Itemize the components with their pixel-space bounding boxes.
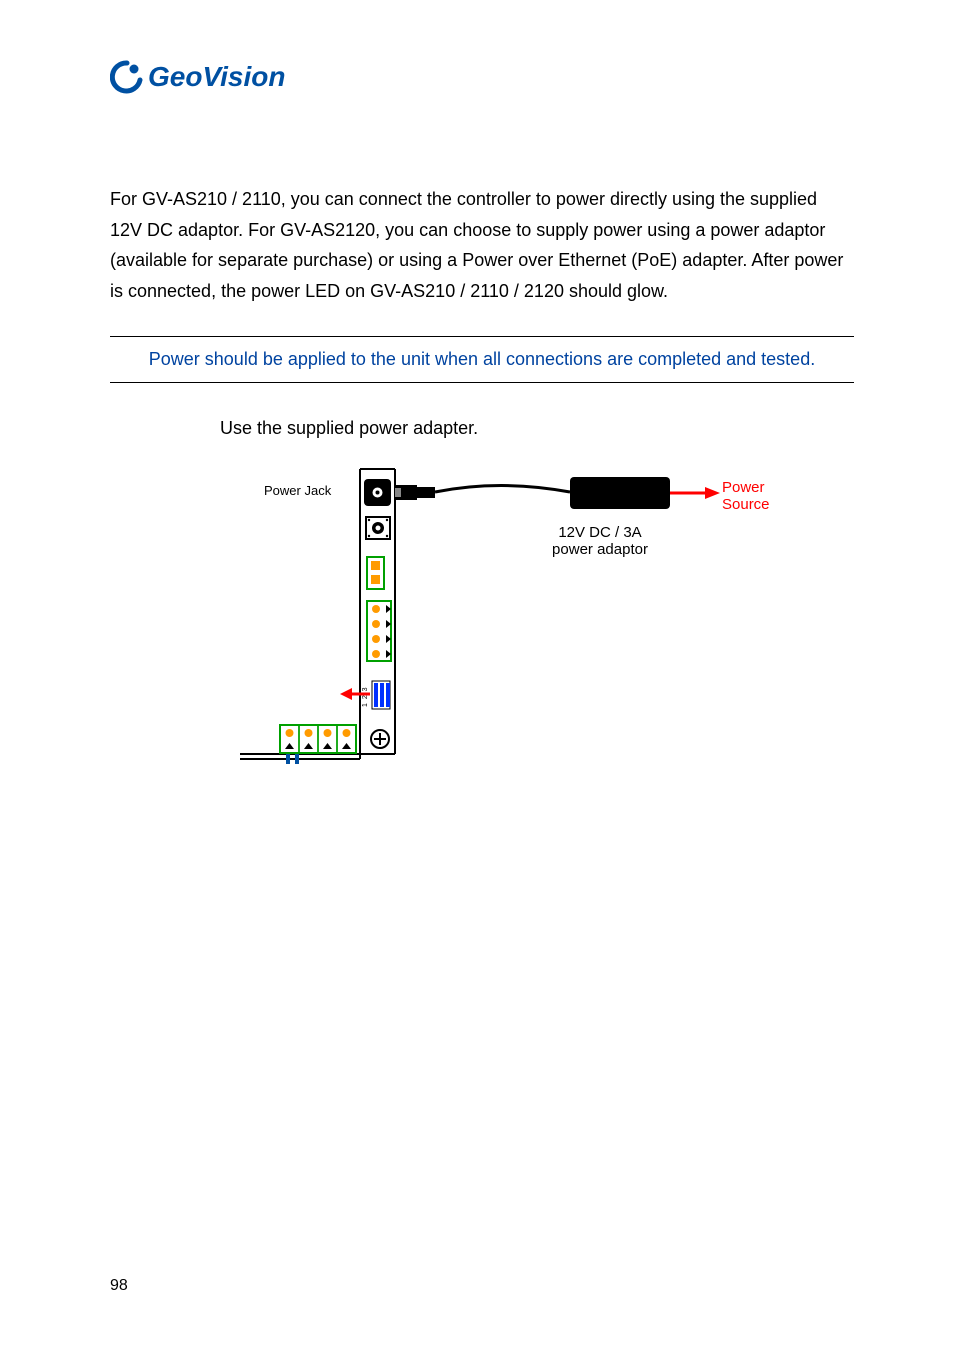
dip-labels: 1 2 3 [362, 687, 369, 708]
body-paragraph: For GV-AS210 / 2110, you can connect the… [110, 184, 854, 306]
body-line4: is connected, the power LED on GV-AS210 … [110, 276, 854, 307]
page-number: 98 [110, 1277, 128, 1295]
adaptor-label-line1: 12V DC / 3A [540, 524, 660, 541]
power-diagram: Power Jack 12V DC / 3A power adaptor Pow… [240, 449, 740, 789]
note-text: Power should be applied to the unit when… [149, 349, 815, 369]
power-jack-label: Power Jack [264, 483, 331, 498]
geovision-mark-icon [110, 60, 144, 94]
adaptor-label: 12V DC / 3A power adaptor [540, 524, 660, 558]
power-source-line2: Source [722, 496, 770, 513]
body-line2: 12V DC adaptor. For GV-AS2120, you can c… [110, 215, 854, 246]
instruction-text: Use the supplied power adapter. [220, 418, 854, 439]
adaptor-label-line2: power adaptor [540, 541, 660, 558]
power-source-label: Power Source [722, 479, 770, 513]
logo-text: GeoVision [148, 61, 285, 93]
logo: GeoVision [110, 60, 854, 94]
body-line1: For GV-AS210 / 2110, you can connect the… [110, 184, 854, 215]
body-line3: (available for separate purchase) or usi… [110, 245, 854, 276]
note-box: Power should be applied to the unit when… [110, 336, 854, 383]
power-source-line1: Power [722, 479, 770, 496]
